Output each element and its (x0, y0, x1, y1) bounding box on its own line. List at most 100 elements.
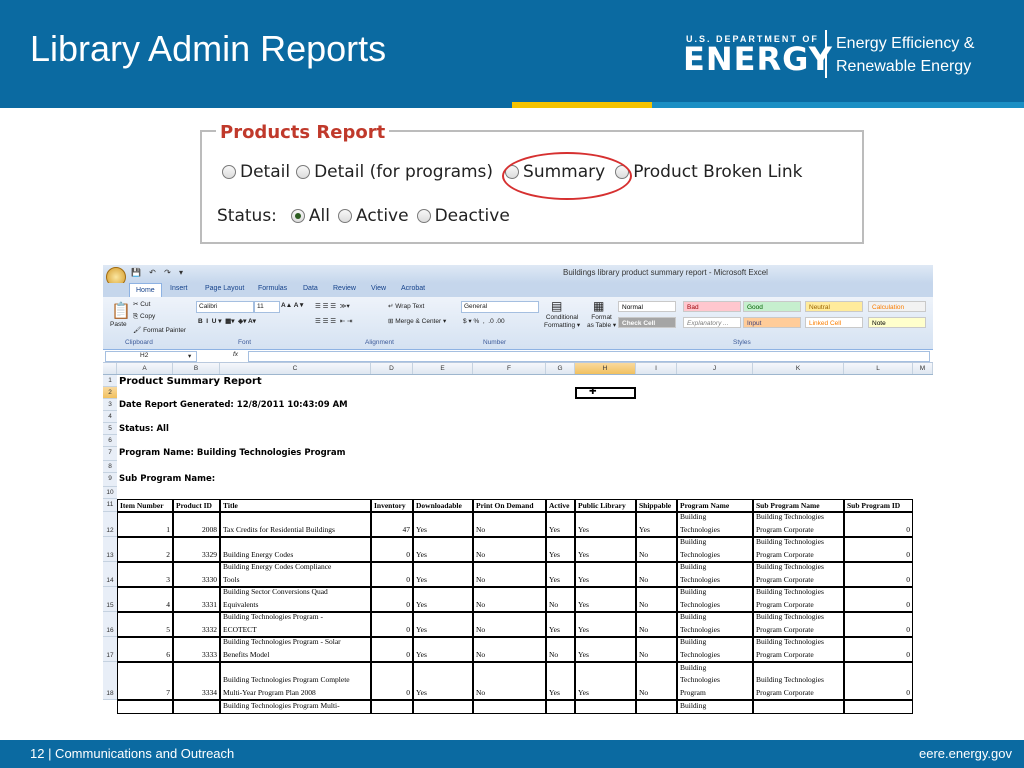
font-name-box[interactable]: Calibri (196, 301, 254, 313)
row-header-10[interactable]: 10 (103, 487, 117, 499)
cell-style-good[interactable]: Good (743, 301, 801, 312)
column-header-d[interactable]: D (371, 363, 413, 374)
paste-icon[interactable]: 📋 (111, 301, 131, 321)
format-painter-button[interactable]: 🖌 Format Painter (133, 326, 186, 334)
partial-row-cell (413, 700, 473, 714)
table-cell: 3330 (173, 562, 220, 587)
font-grow-icon[interactable]: A▲ A▼ (281, 302, 305, 309)
row-header-3[interactable]: 3 (103, 399, 117, 411)
radio-icon[interactable] (296, 165, 311, 179)
table-cell: Building Technologies Program Corporate (753, 562, 844, 587)
partial-row-cell (636, 700, 677, 714)
cell-style-calculation[interactable]: Calculation (868, 301, 926, 312)
row-header-9[interactable]: 9 (103, 473, 117, 487)
cell-text: Yes (578, 549, 589, 559)
cell-style-linked-cell[interactable]: Linked Cell (805, 317, 863, 328)
column-header-c[interactable]: C (220, 363, 371, 374)
wrap-text-button[interactable]: ↵ Wrap Text (388, 302, 424, 310)
row-header-12[interactable]: 12 (103, 512, 117, 537)
cell-style-note[interactable]: Note (868, 317, 926, 328)
cut-button[interactable]: ✂ Cut (133, 300, 150, 308)
row-header-2[interactable]: 2 (103, 387, 117, 399)
column-header-m[interactable]: M (913, 363, 933, 374)
copy-button[interactable]: ⎘ Copy (133, 313, 155, 321)
cell-style-explanatory[interactable]: Explanatory ... (683, 317, 741, 328)
column-header-k[interactable]: K (753, 363, 844, 374)
column-header-g[interactable]: G (546, 363, 575, 374)
cell-text: Yes (416, 524, 427, 534)
tab-page-layout[interactable]: Page Layout (205, 285, 244, 292)
cell-style-neutral[interactable]: Neutral (805, 301, 863, 312)
tab-view[interactable]: View (371, 285, 386, 292)
number-format-icons[interactable]: $ ▾ % , .0 .00 (463, 317, 505, 325)
name-box-dropdown-icon[interactable]: ▾ (188, 352, 191, 360)
tab-insert[interactable]: Insert (170, 285, 188, 292)
paste-button[interactable]: Paste (110, 321, 127, 328)
row-header-16[interactable]: 16 (103, 612, 117, 637)
radio-detail-programs[interactable]: Detail (for programs) (296, 162, 493, 182)
row-header-6[interactable]: 6 (103, 435, 117, 447)
cell-style-bad[interactable]: Bad (683, 301, 741, 312)
radio-product-broken-link[interactable]: Product Broken Link (615, 162, 803, 182)
table-cell: No (473, 587, 546, 612)
table-header-cell: Public Library (575, 499, 636, 512)
selected-cell-h2[interactable] (575, 387, 636, 399)
column-header-e[interactable]: E (413, 363, 473, 374)
column-header-a[interactable]: A (117, 363, 173, 374)
column-header-i[interactable]: I (636, 363, 677, 374)
row-header-17[interactable]: 17 (103, 637, 117, 662)
radio-selected-icon[interactable] (290, 209, 305, 223)
radio-icon[interactable] (222, 165, 236, 179)
radio-status-deactive[interactable]: Deactive (416, 206, 510, 226)
tab-formulas[interactable]: Formulas (258, 285, 287, 292)
name-box[interactable]: H2 ▾ (105, 351, 197, 362)
fx-icon[interactable]: fx (233, 351, 238, 358)
radio-status-all[interactable]: All (290, 206, 330, 226)
format-as-table-button[interactable]: Format as Table ▾ (587, 314, 616, 330)
tab-review[interactable]: Review (333, 285, 356, 292)
merge-center-button[interactable]: ⊞ Merge & Center ▾ (388, 317, 446, 325)
formula-input[interactable] (248, 351, 930, 362)
font-size-box[interactable]: 11 (254, 301, 280, 313)
tab-home[interactable]: Home (129, 283, 162, 297)
table-cell: Yes (636, 512, 677, 537)
header-stripe-gold (512, 102, 652, 108)
row-header-13[interactable]: 13 (103, 537, 117, 562)
row-header-5[interactable]: 5 (103, 423, 117, 435)
tab-acrobat[interactable]: Acrobat (401, 285, 425, 292)
cell-style-input[interactable]: Input (743, 317, 801, 328)
select-all-corner[interactable] (103, 363, 117, 374)
radio-icon[interactable] (337, 209, 352, 223)
row-header-8[interactable]: 8 (103, 461, 117, 473)
row-header-18[interactable]: 18 (103, 662, 117, 700)
row-header-14[interactable]: 14 (103, 562, 117, 587)
row-header-11[interactable]: 11 (103, 499, 117, 512)
tab-data[interactable]: Data (303, 285, 318, 292)
format-as-table-icon[interactable]: ▦ (593, 299, 604, 313)
row-header-1[interactable]: 1 (103, 375, 117, 387)
cell-text: Yes (578, 524, 589, 534)
table-cell: 6 (117, 637, 173, 662)
column-header-b[interactable]: B (173, 363, 220, 374)
row-header-4[interactable]: 4 (103, 411, 117, 423)
align-bottom-icons[interactable]: ☰ ☰ ☰ ⇤ ⇥ (315, 317, 352, 325)
column-header-j[interactable]: J (677, 363, 753, 374)
quick-access-toolbar[interactable]: 💾 ↶ ↷ ▾ (131, 268, 186, 277)
radio-detail[interactable]: Detail (222, 162, 290, 182)
column-header-f[interactable]: F (473, 363, 546, 374)
number-format-box[interactable]: General (461, 301, 539, 313)
radio-status-active[interactable]: Active (337, 206, 409, 226)
conditional-formatting-button[interactable]: Conditional Formatting ▾ (544, 314, 580, 330)
column-header-l[interactable]: L (844, 363, 913, 374)
radio-icon[interactable] (416, 209, 431, 223)
table-cell: No (473, 662, 546, 700)
cell-style-normal[interactable]: Normal (618, 301, 676, 312)
align-top-icons[interactable]: ☰ ☰ ☰ ≫▾ (315, 302, 350, 310)
font-style-buttons[interactable]: B I U ▾ ▦▾ ◈▾ A▾ (198, 317, 256, 325)
cell-text: 5 (166, 624, 170, 634)
cell-style-check-cell[interactable]: Check Cell (618, 317, 676, 328)
row-header-7[interactable]: 7 (103, 447, 117, 461)
conditional-formatting-icon[interactable]: ▤ (551, 299, 562, 313)
row-header-15[interactable]: 15 (103, 587, 117, 612)
column-header-h[interactable]: H (575, 363, 636, 374)
